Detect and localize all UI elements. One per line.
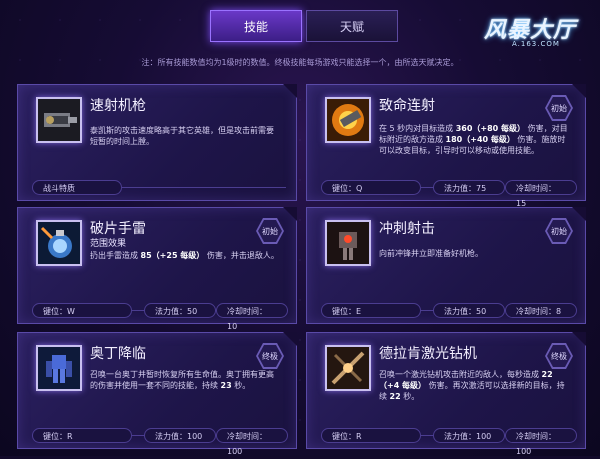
skill-footer: 键位：E 法力值：50 冷却时间：8	[307, 297, 585, 323]
overkill-icon	[325, 220, 371, 266]
skill-description: 在 5 秒内对目标造成 360（+80 每级） 伤害，对目标附近的敌方造成 18…	[379, 124, 568, 155]
skill-name: 破片手雷	[90, 221, 146, 237]
mana-cost: 法力值：50	[433, 303, 505, 318]
hotkey-label: 键位：R	[32, 428, 132, 443]
cooldown: 冷却时间：100	[505, 428, 577, 456]
badge-label: 终极	[547, 345, 571, 367]
badge-label: 初始	[258, 220, 282, 242]
skill-card-lethal-barrage: 致命连射 初始 在 5 秒内对目标造成 360（+80 每级） 伤害，对目标附近…	[306, 84, 586, 208]
skill-card-odin: 奥丁降临 终极 召唤一台奥丁并暂时恢复所有生命值。奥丁拥有更高的伤害并使用一套不…	[17, 332, 297, 456]
skill-footer: 键位：R 法力值：100 冷却时间：100	[307, 422, 585, 456]
trait-label: 战斗特质	[32, 180, 122, 195]
skill-subtype: 范围效果	[90, 239, 127, 249]
footer-line	[122, 187, 286, 188]
mana-cost: 法力值：50	[144, 303, 216, 318]
lethal-barrage-icon	[325, 97, 371, 143]
odin-icon	[36, 345, 82, 391]
badge-label: 初始	[547, 220, 571, 242]
skill-name: 致命连射	[379, 98, 435, 114]
skill-name: 速射机枪	[90, 98, 146, 114]
skill-name: 冲刺射击	[379, 221, 435, 237]
cooldown: 冷却时间：10	[216, 303, 288, 331]
skill-footer: 键位：W 法力值：50 冷却时间：10	[18, 297, 296, 331]
mana-cost: 法力值：75	[433, 180, 505, 195]
values-note: 注：所有技能数值均为1级时的数值。终极技能每场游戏只能选择一个，由所选天赋决定。	[141, 58, 459, 67]
logo-url: A.163.COM	[512, 40, 560, 48]
skill-name: 德拉肯激光钻机	[379, 346, 477, 362]
tab-skills[interactable]: 技能	[210, 10, 302, 42]
skill-card-overkill: 冲刺射击 初始 向前冲锋并立即准备好机枪。 键位：E 法力值：50 冷却时间：8	[306, 207, 586, 324]
logo[interactable]: 风暴大厅 A.163.COM	[476, 10, 586, 54]
skill-footer: 战斗特质	[18, 174, 296, 200]
skill-description: 召唤一台奥丁并暂时恢复所有生命值。奥丁拥有更高的伤害并使用一套不同的技能，持续 …	[90, 370, 274, 390]
mana-cost: 法力值：100	[144, 428, 216, 443]
initial-badge: 初始	[256, 218, 284, 244]
cooldown: 冷却时间：8	[505, 303, 577, 318]
hotkey-label: 键位：Q	[321, 180, 421, 195]
initial-badge: 初始	[545, 95, 573, 121]
frag-grenade-icon	[36, 220, 82, 266]
skill-name: 奥丁降临	[90, 346, 146, 362]
tab-bar: 技能 天赋	[210, 10, 398, 42]
hotkey-label: 键位：E	[321, 303, 421, 318]
rapid-fire-icon	[36, 97, 82, 143]
tab-talents[interactable]: 天赋	[306, 10, 398, 42]
skill-card-drakken-laser-drill: 德拉肯激光钻机 终极 召唤一个激光钻机攻击附近的敌人，每秒造成 22（+4 每级…	[306, 332, 586, 456]
skill-description: 召唤一个激光钻机攻击附近的敌人，每秒造成 22（+4 每级） 伤害。再次激活可以…	[379, 370, 565, 401]
skill-footer: 键位：R 法力值：100 冷却时间：100	[18, 422, 296, 456]
mana-cost: 法力值：100	[433, 428, 505, 443]
hotkey-label: 键位：R	[321, 428, 421, 443]
skill-description: 泰凯斯的攻击速度略高于其它英雄，但是攻击前需要短暂的时间上膛。	[90, 126, 274, 146]
initial-badge: 初始	[545, 218, 573, 244]
cooldown: 冷却时间：15	[505, 180, 577, 208]
badge-label: 终极	[258, 345, 282, 367]
skill-card-frag-grenade: 破片手雷 范围效果 初始 扔出手雷造成 85（+25 每级） 伤害，并击退敌人。…	[17, 207, 297, 331]
ultimate-badge: 终极	[256, 343, 284, 369]
badge-label: 初始	[547, 97, 571, 119]
skill-description: 扔出手雷造成 85（+25 每级） 伤害，并击退敌人。	[90, 251, 279, 260]
skill-card-rapid-fire: 速射机枪 泰凯斯的攻击速度略高于其它英雄，但是攻击前需要短暂的时间上膛。 战斗特…	[17, 84, 297, 201]
skill-footer: 键位：Q 法力值：75 冷却时间：15	[307, 174, 585, 208]
cooldown: 冷却时间：100	[216, 428, 288, 456]
laser-drill-icon	[325, 345, 371, 391]
ultimate-badge: 终极	[545, 343, 573, 369]
skill-description: 向前冲锋并立即准备好机枪。	[379, 249, 483, 258]
hotkey-label: 键位：W	[32, 303, 132, 318]
